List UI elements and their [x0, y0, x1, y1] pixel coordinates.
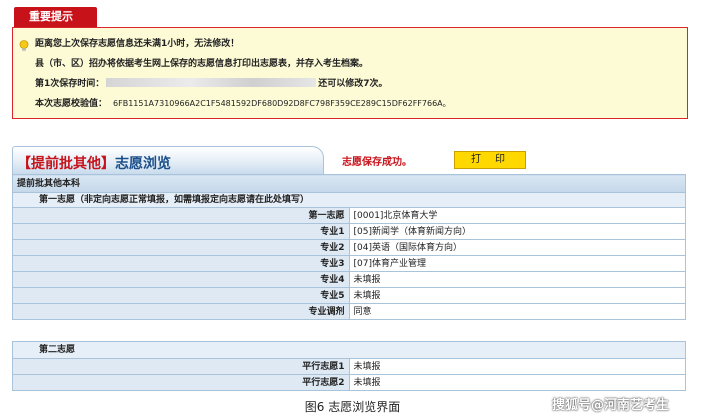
notice-line-4: 本次志愿校验值： 6FB1151A7310966A2C1F5481592DF680… [35, 99, 451, 109]
second-volunteer-group: 第二志愿 [12, 341, 686, 359]
table-row: 专业1 [05]新闻学（体育新闻方向） [12, 223, 686, 240]
watermark: 搜狐号@河南艺考生 [552, 398, 670, 413]
batch-band: 提前批其他本科 [12, 174, 686, 193]
table-row: 专业5 未填报 [12, 287, 686, 304]
first-volunteer-group: 第一志愿（非定向志愿正常填报，如需填报定向志愿请在此处填写） [12, 192, 686, 208]
volunteer-table-1: 提前批其他本科 第一志愿（非定向志愿正常填报，如需填报定向志愿请在此处填写） 第… [12, 174, 686, 320]
table-row: 平行志愿2 未填报 [12, 374, 686, 391]
table-row: 平行志愿1 未填报 [12, 358, 686, 375]
notice-line-3: 第1次保存时间： 还可以修改7次。 [35, 78, 388, 89]
notice-line-1: 距离您上次保存志愿信息还未满1小时，无法修改！ [35, 39, 240, 49]
save-success-message: 志愿保存成功。 [342, 157, 412, 168]
browse-header: 【提前批其他】志愿浏览 [12, 146, 324, 174]
table-row: 专业调剂 同意 [12, 303, 686, 320]
lightbulb-icon [19, 40, 29, 51]
checksum-value: 6FB1151A7310966A2C1F5481592DF680D92D8FC7… [113, 99, 451, 108]
table-row: 专业3 [07]体育产业管理 [12, 255, 686, 272]
notice-line-2: 县（市、区）招办将依据考生网上保存的志愿信息打印出志愿表，并存入考生档案。 [35, 59, 369, 69]
volunteer-table-2: 第二志愿 平行志愿1 未填报 平行志愿2 未填报 [12, 341, 686, 391]
table-row: 专业4 未填报 [12, 271, 686, 288]
page-title: 【提前批其他】志愿浏览 [17, 156, 171, 172]
table-row: 专业2 [04]英语（国际体育方向） [12, 239, 686, 256]
notice-tab: 重要提示 [14, 7, 97, 27]
redacted-time [106, 78, 317, 87]
notice-panel: 距离您上次保存志愿信息还未满1小时，无法修改！ 县（市、区）招办将依据考生网上保… [12, 27, 688, 119]
table-row: 第一志愿 [0001]北京体育大学 [12, 207, 686, 224]
print-button[interactable]: 打印 [454, 151, 526, 169]
